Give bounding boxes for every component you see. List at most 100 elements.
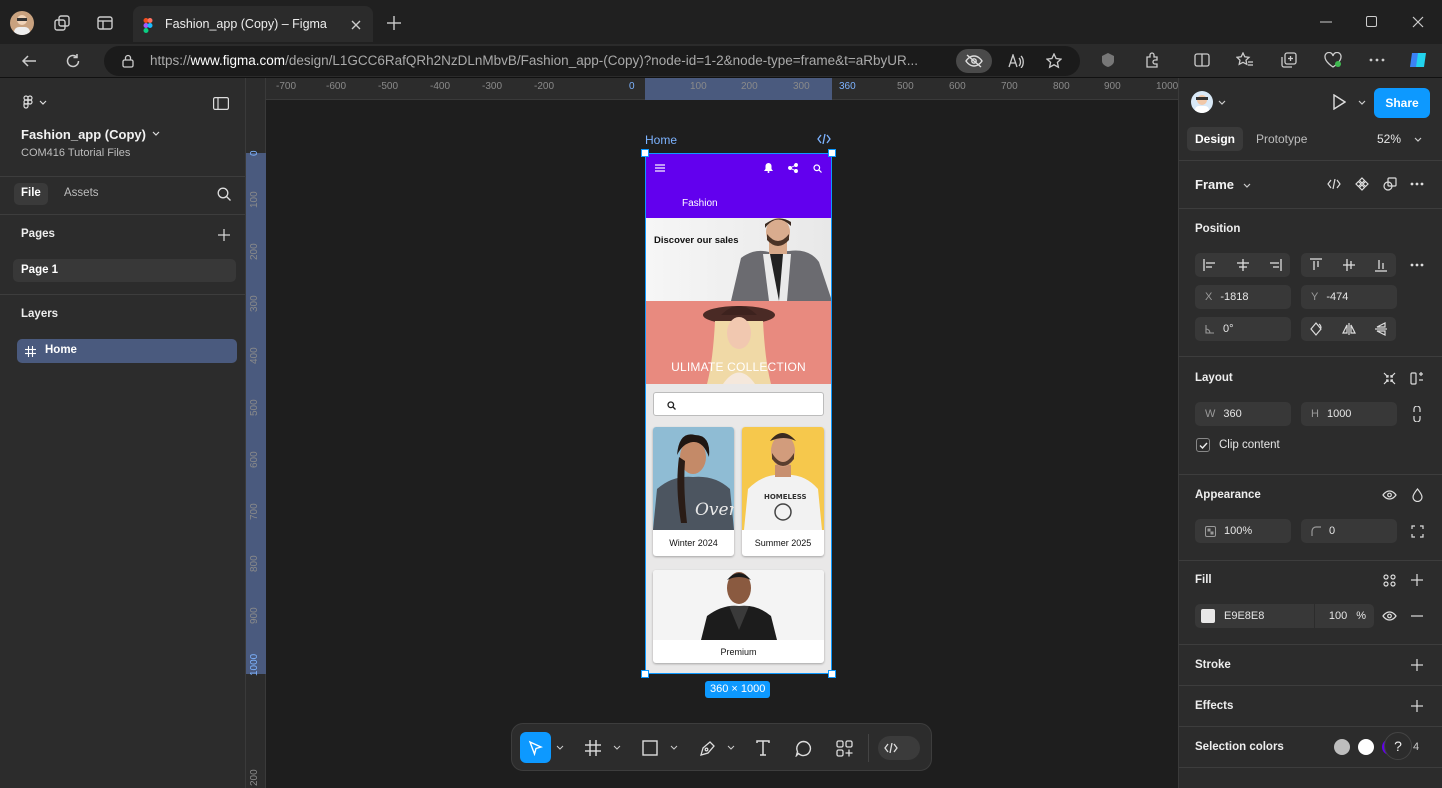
align-center-h-icon[interactable] [1231, 253, 1255, 277]
zoom-level[interactable]: 52% [1377, 132, 1401, 146]
align-middle-icon[interactable] [1337, 253, 1361, 277]
split-screen-icon[interactable] [1192, 50, 1212, 70]
tab-design[interactable]: Design [1187, 127, 1244, 151]
selection-color-swatch[interactable] [1358, 739, 1374, 755]
chevron-down-icon[interactable] [1413, 135, 1423, 143]
tab-file[interactable]: File [14, 183, 48, 205]
chevron-down-icon[interactable] [555, 742, 565, 752]
card-winter[interactable]: Over Winter 2024 [653, 427, 734, 556]
close-window-icon[interactable] [1408, 12, 1428, 32]
hamburger-menu-icon[interactable] [653, 161, 667, 175]
constrain-proportions-icon[interactable] [1405, 402, 1429, 426]
comment-tool-icon[interactable] [792, 737, 814, 759]
favorites-icon[interactable] [1235, 50, 1255, 70]
blend-mode-drop-icon[interactable] [1405, 483, 1429, 507]
opacity-field[interactable]: 100% [1195, 519, 1291, 543]
fill-opacity-field[interactable]: 100% [1315, 604, 1374, 628]
browser-tab[interactable]: Fashion_app (Copy) – Figma [133, 6, 373, 42]
file-name-chevron-icon[interactable] [150, 128, 162, 140]
styles-grid-icon[interactable] [1377, 568, 1401, 592]
favorite-star-icon[interactable] [1044, 51, 1064, 71]
clip-content-checkbox[interactable] [1196, 438, 1210, 452]
code-icon[interactable] [816, 132, 832, 146]
resize-handle[interactable] [641, 670, 649, 678]
collections-icon[interactable] [1279, 50, 1299, 70]
tracking-hidden-icon[interactable] [956, 49, 992, 73]
minimize-icon[interactable] [1316, 12, 1336, 32]
chevron-down-icon[interactable] [1217, 98, 1227, 106]
fill-swatch[interactable] [1201, 609, 1215, 623]
chevron-down-icon[interactable] [669, 742, 679, 752]
figma-menu-icon[interactable] [20, 94, 50, 112]
page-item[interactable]: Page 1 [13, 259, 236, 282]
dev-mode-toggle-icon[interactable] [878, 736, 920, 760]
workspaces-icon[interactable] [52, 13, 72, 33]
collapse-layout-icon[interactable] [1377, 366, 1401, 390]
frame-label[interactable]: Home [645, 133, 677, 147]
align-left-icon[interactable] [1198, 253, 1222, 277]
resize-handle[interactable] [828, 149, 836, 157]
sales-banner[interactable]: Discover our sales [645, 218, 832, 301]
actions-tool-icon[interactable] [833, 737, 855, 759]
width-field[interactable]: W 360 [1195, 402, 1291, 426]
chevron-down-icon[interactable] [726, 742, 736, 752]
mask-icon[interactable] [1378, 172, 1402, 196]
selection-color-swatch[interactable] [1334, 739, 1350, 755]
corner-radius-field[interactable]: 0 [1301, 519, 1397, 543]
profile-avatar[interactable] [10, 11, 34, 35]
close-tab-icon[interactable] [347, 16, 365, 34]
pen-tool-icon[interactable] [696, 737, 718, 759]
add-page-icon[interactable] [216, 227, 232, 243]
frame-tool-icon[interactable] [582, 737, 604, 759]
tab-actions-icon[interactable] [95, 13, 115, 33]
user-avatar[interactable] [1191, 91, 1213, 113]
copilot-icon[interactable] [1407, 48, 1431, 72]
extensions-icon[interactable] [1142, 50, 1162, 70]
more-align-icon[interactable] [1405, 253, 1429, 277]
independent-corners-icon[interactable] [1405, 519, 1429, 543]
auto-layout-icon[interactable] [1405, 366, 1429, 390]
present-play-icon[interactable] [1329, 92, 1349, 112]
home-frame[interactable]: Fashion Discover our sales ULIMATE COLLE… [645, 153, 832, 674]
address-bar[interactable]: https://www.figma.com/design/L1GCC6RafQR… [104, 46, 1080, 76]
frame-title[interactable]: Frame [1195, 177, 1234, 192]
search-icon[interactable] [214, 184, 234, 204]
back-icon[interactable] [18, 50, 40, 72]
new-tab-icon[interactable] [384, 13, 404, 33]
chevron-down-icon[interactable] [612, 742, 622, 752]
rotation-field[interactable]: 0° [1195, 317, 1291, 341]
visibility-eye-icon[interactable] [1377, 483, 1401, 507]
resize-handle[interactable] [641, 149, 649, 157]
align-top-icon[interactable] [1304, 253, 1328, 277]
fill-visibility-eye-icon[interactable] [1377, 604, 1401, 628]
maximize-icon[interactable] [1362, 12, 1382, 32]
add-fill-icon[interactable] [1405, 568, 1429, 592]
refresh-icon[interactable] [62, 50, 84, 72]
align-bottom-icon[interactable] [1369, 253, 1393, 277]
card-premium[interactable]: Premium [653, 570, 824, 663]
fill-color-field[interactable]: E9E8E8 [1195, 604, 1314, 628]
card-summer[interactable]: HOMELESS Summer 2025 [742, 427, 824, 556]
text-tool-icon[interactable] [752, 737, 774, 759]
extension-shield-icon[interactable] [1098, 50, 1118, 70]
share-button[interactable]: Share [1374, 88, 1430, 118]
more-menu-icon[interactable] [1367, 50, 1387, 70]
remove-fill-icon[interactable] [1405, 604, 1429, 628]
lock-icon[interactable] [120, 53, 136, 69]
component-icon[interactable] [1350, 172, 1374, 196]
tab-prototype[interactable]: Prototype [1256, 132, 1307, 146]
flip-vertical-icon[interactable] [1369, 317, 1393, 341]
toggle-sidebar-icon[interactable] [210, 94, 232, 112]
collection-banner[interactable]: ULIMATE COLLECTION [645, 301, 832, 384]
chevron-down-icon[interactable] [1242, 181, 1252, 189]
code-icon[interactable] [1322, 172, 1346, 196]
height-field[interactable]: H 1000 [1301, 402, 1397, 426]
bell-icon[interactable] [761, 161, 775, 175]
read-aloud-icon[interactable] [1006, 51, 1026, 71]
add-stroke-icon[interactable] [1405, 653, 1429, 677]
search-field[interactable] [653, 392, 824, 416]
x-field[interactable]: X -1818 [1195, 285, 1291, 309]
align-right-icon[interactable] [1263, 253, 1287, 277]
resize-handle[interactable] [828, 670, 836, 678]
browser-essentials-icon[interactable] [1323, 50, 1343, 70]
